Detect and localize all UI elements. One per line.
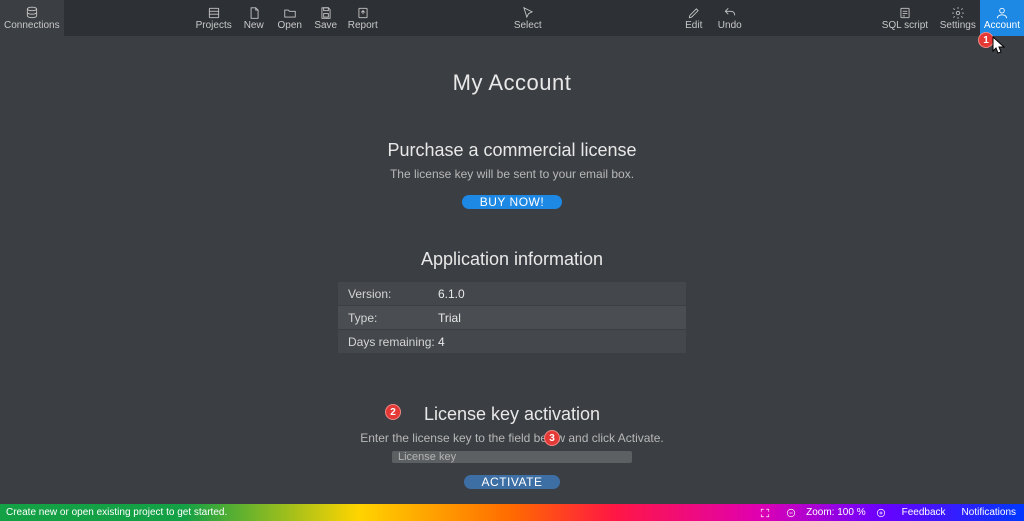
buy-now-button[interactable]: BUY NOW! [462,195,562,209]
export-icon [356,6,370,20]
undo-button[interactable]: Undo [712,0,748,36]
feedback-link[interactable]: Feedback [894,504,954,521]
pencil-icon [687,6,701,20]
status-message: Create new or open existing project to g… [0,507,227,518]
connections-button[interactable]: Connections [0,0,64,36]
projects-button[interactable]: Projects [192,0,236,36]
gear-icon [951,6,965,20]
mouse-cursor-icon [992,36,1006,54]
cursor-icon [521,6,535,20]
table-row: Version: 6.1.0 [338,282,686,306]
zoom-out-button[interactable] [778,504,804,521]
database-icon [25,6,39,20]
undo-icon [723,6,737,20]
fit-screen-button[interactable] [752,504,778,521]
save-icon [319,6,333,20]
minus-circle-icon [786,508,796,518]
appinfo-heading: Application information [421,249,603,270]
report-button[interactable]: Report [344,0,382,36]
projects-icon [207,6,221,20]
purchase-heading: Purchase a commercial license [387,140,636,161]
user-icon [995,6,1009,20]
folder-open-icon [283,6,297,20]
account-page: My Account Purchase a commercial license… [0,36,1024,504]
select-button[interactable]: Select [510,0,546,36]
new-button[interactable]: New [236,0,272,36]
activation-heading: License key activation [424,404,600,425]
connections-label: Connections [4,21,60,31]
plus-circle-icon [876,508,886,518]
table-row: Type: Trial [338,306,686,330]
zoom-level: Zoom: 100 % [804,504,867,521]
appinfo-table: Version: 6.1.0 Type: Trial Days remainin… [338,282,686,354]
page-title: My Account [453,70,572,96]
fit-icon [760,508,770,518]
save-button[interactable]: Save [308,0,344,36]
main-toolbar: Connections Projects New Open Save Repor… [0,0,1024,36]
purchase-subtext: The license key will be sent to your ema… [390,167,634,181]
activation-subtext: Enter the license key to the field below… [360,431,664,445]
license-key-input[interactable] [392,451,632,463]
edit-button[interactable]: Edit [676,0,712,36]
open-button[interactable]: Open [272,0,308,36]
status-bar: Create new or open existing project to g… [0,504,1024,521]
sqlscript-button[interactable]: SQL script [878,0,932,36]
notifications-link[interactable]: Notifications [954,504,1024,521]
zoom-in-button[interactable] [868,504,894,521]
file-new-icon [247,6,261,20]
settings-button[interactable]: Settings [936,0,980,36]
account-button[interactable]: Account [980,0,1024,36]
table-row: Days remaining: 4 [338,330,686,354]
script-icon [898,6,912,20]
activate-button[interactable]: ACTIVATE [464,475,561,489]
